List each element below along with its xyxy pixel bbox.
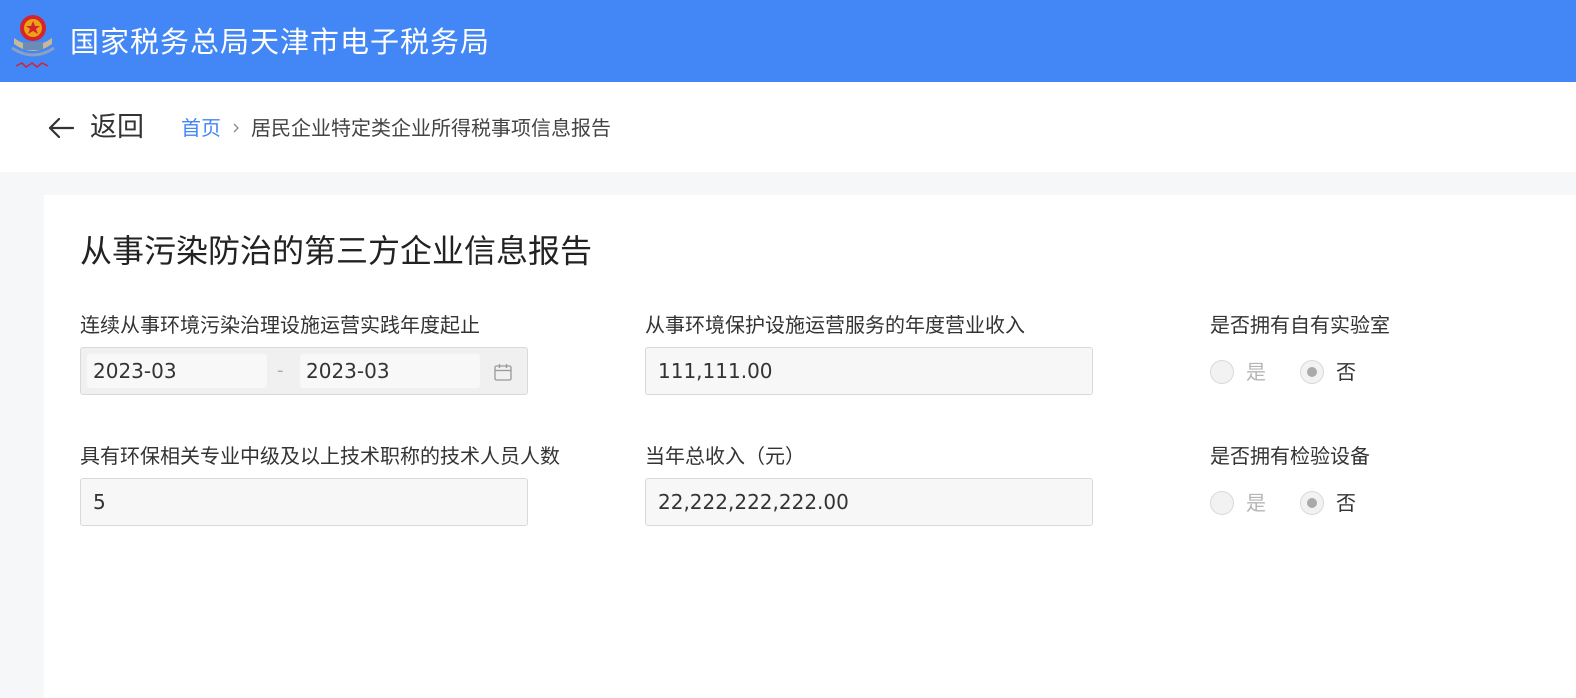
annual-service-revenue-label: 从事环境保护设施运营服务的年度营业收入	[645, 313, 1025, 337]
inspection-equipment-option-no[interactable]: 否	[1300, 490, 1356, 516]
own-laboratory-option-no[interactable]: 否	[1300, 359, 1356, 385]
calendar-icon[interactable]	[493, 362, 513, 382]
chevron-right-icon	[233, 123, 239, 133]
navigation-bar: 返回 首页 居民企业特定类企业所得税事项信息报告	[0, 82, 1576, 172]
inspection-equipment-option-yes[interactable]: 是	[1210, 490, 1266, 516]
technical-staff-count-input[interactable]: 5	[80, 478, 528, 526]
tax-bureau-emblem-logo	[11, 15, 55, 69]
top-header-bar: 国家税务总局天津市电子税务局	[0, 0, 1576, 82]
inspection-equipment-radio-group: 是 否	[1210, 488, 1390, 518]
radio-button-checked[interactable]	[1300, 360, 1324, 384]
operation-period-label: 连续从事环境污染治理设施运营实践年度起止	[80, 313, 480, 337]
arrow-left-icon	[48, 117, 75, 139]
own-laboratory-radio-group: 是 否	[1210, 357, 1390, 387]
radio-button[interactable]	[1210, 360, 1234, 384]
back-label: 返回	[90, 112, 144, 143]
operation-period-range-picker[interactable]: 2023-03 - 2023-03	[80, 347, 528, 395]
operation-period-end-input[interactable]: 2023-03	[300, 354, 480, 388]
breadcrumb-home-link[interactable]: 首页	[181, 115, 221, 141]
breadcrumb-current-page: 居民企业特定类企业所得税事项信息报告	[251, 116, 611, 140]
radio-button-checked[interactable]	[1300, 491, 1324, 515]
operation-period-start-input[interactable]: 2023-03	[87, 354, 267, 388]
radio-label: 是	[1246, 360, 1266, 384]
back-button[interactable]: 返回	[46, 110, 144, 146]
inspection-equipment-label: 是否拥有检验设备	[1210, 444, 1370, 468]
range-separator: -	[277, 360, 284, 381]
radio-label: 否	[1336, 360, 1356, 384]
total-income-label: 当年总收入（元）	[645, 444, 805, 468]
radio-label: 否	[1336, 491, 1356, 515]
form-title: 从事污染防治的第三方企业信息报告	[80, 232, 593, 270]
breadcrumb: 首页 居民企业特定类企业所得税事项信息报告	[181, 115, 611, 141]
technical-staff-count-label: 具有环保相关专业中级及以上技术职称的技术人员人数	[80, 444, 560, 468]
app-title: 国家税务总局天津市电子税务局	[70, 25, 491, 59]
total-income-input[interactable]: 22,222,222,222.00	[645, 478, 1093, 526]
own-laboratory-label: 是否拥有自有实验室	[1210, 313, 1390, 337]
own-laboratory-option-yes[interactable]: 是	[1210, 359, 1266, 385]
radio-label: 是	[1246, 491, 1266, 515]
annual-service-revenue-input[interactable]: 111,111.00	[645, 347, 1093, 395]
radio-button[interactable]	[1210, 491, 1234, 515]
report-form-card: 从事污染防治的第三方企业信息报告 连续从事环境污染治理设施运营实践年度起止 20…	[44, 195, 1576, 698]
